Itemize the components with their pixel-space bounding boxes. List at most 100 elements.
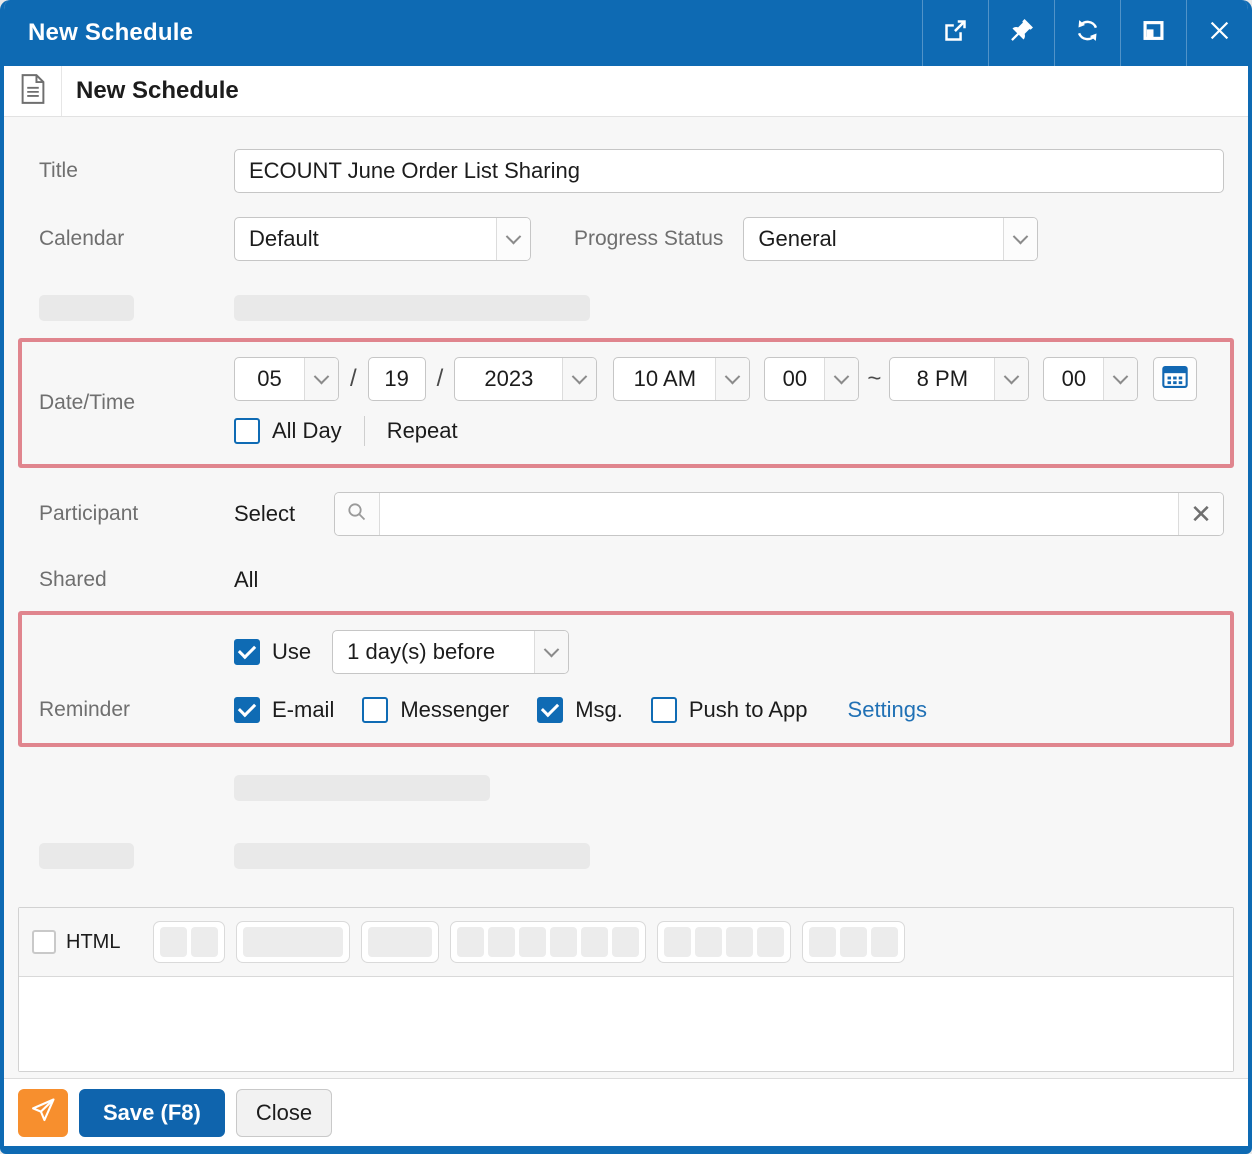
html-editor-content[interactable]: [19, 977, 1233, 1071]
toolbar-group: [153, 921, 226, 963]
participant-input[interactable]: [380, 493, 1178, 535]
send-button[interactable]: [18, 1088, 68, 1137]
subheader: New Schedule: [4, 66, 1248, 117]
toolbar-button-placeholder[interactable]: [191, 927, 219, 957]
reminder-section: Reminder Use 1 day(s) before E-mail Mess…: [18, 611, 1234, 747]
datetime-section: Date/Time 05 / / 2023 10: [18, 338, 1234, 468]
html-mode-checkbox[interactable]: [32, 930, 56, 954]
email-label: E-mail: [272, 697, 335, 722]
title-label: Title: [39, 159, 78, 182]
toolbar-button-placeholder[interactable]: [243, 927, 344, 957]
progress-status-select-value: General: [758, 226, 837, 251]
chevron-down-icon: [824, 358, 859, 400]
toolbar-button-placeholder[interactable]: [160, 927, 188, 957]
chevron-down-icon: [1103, 358, 1138, 400]
progress-status-select[interactable]: General: [743, 217, 1039, 261]
html-editor: HTML: [18, 907, 1234, 1072]
messenger-checkbox[interactable]: [362, 697, 389, 723]
toolbar-button-placeholder[interactable]: [457, 927, 485, 957]
push-to-app-option: Push to App: [650, 697, 808, 723]
msg-label: Msg.: [575, 697, 623, 722]
datetime-controls: 05 / / 2023 10 AM: [234, 357, 1230, 401]
calendar-picker-button[interactable]: [1153, 357, 1198, 401]
allday-repeat-row: All Day Repeat: [234, 414, 1230, 448]
open-in-new-window-button[interactable]: [922, 0, 988, 66]
close-button[interactable]: [1186, 0, 1248, 66]
participant-label: Participant: [39, 502, 139, 525]
messenger-label: Messenger: [400, 697, 510, 722]
placeholder-pill: [234, 295, 590, 321]
messenger-option: Messenger: [362, 697, 509, 723]
reminder-body: Use 1 day(s) before E-mail Messenger Msg…: [234, 615, 1230, 743]
date-separator: /: [350, 365, 357, 392]
search-icon: [345, 500, 369, 529]
start-hour-select[interactable]: 10 AM: [613, 357, 751, 401]
search-button[interactable]: [335, 493, 380, 535]
toolbar-button-placeholder[interactable]: [695, 927, 723, 957]
refresh-icon: [1074, 17, 1101, 49]
toolbar-button-placeholder[interactable]: [726, 927, 754, 957]
participant-search-field: ✕: [334, 492, 1224, 536]
email-checkbox[interactable]: [234, 697, 260, 723]
close-icon: [1206, 17, 1233, 49]
end-hour-select[interactable]: 8 PM: [889, 357, 1030, 401]
repeat-button[interactable]: Repeat: [387, 418, 458, 444]
end-hour-value: 8 PM: [916, 366, 969, 391]
use-checkbox[interactable]: [234, 639, 260, 665]
use-label: Use: [272, 639, 312, 664]
title-input[interactable]: [234, 149, 1224, 193]
msg-checkbox[interactable]: [537, 697, 564, 723]
toolbar-button-placeholder[interactable]: [664, 927, 692, 957]
form-content: Title Calendar Default Progress Status G…: [4, 117, 1248, 1078]
chevron-down-icon: [496, 218, 530, 260]
range-separator: ~: [867, 365, 882, 392]
placeholder-pill: [234, 843, 590, 869]
datetime-label: Date/Time: [39, 391, 136, 414]
reminder-settings-link[interactable]: Settings: [848, 697, 928, 723]
clear-participant-button[interactable]: ✕: [1178, 493, 1223, 535]
calendar-row: Calendar Default Progress Status General: [18, 217, 1234, 261]
year-select[interactable]: 2023: [454, 357, 598, 401]
toolbar-button-placeholder[interactable]: [488, 927, 516, 957]
day-input[interactable]: [367, 357, 426, 401]
toolbar-button-placeholder[interactable]: [809, 927, 837, 957]
close-dialog-button[interactable]: Close: [235, 1088, 333, 1137]
reminder-timing-select[interactable]: 1 day(s) before: [332, 630, 570, 674]
paper-plane-icon: [29, 1096, 57, 1130]
reminder-timing-value: 1 day(s) before: [347, 639, 496, 664]
placeholder-row-2: [18, 775, 1234, 801]
toolbar-button-placeholder[interactable]: [871, 927, 899, 957]
window-title: New Schedule: [28, 19, 194, 46]
toolbar-button-placeholder[interactable]: [757, 927, 785, 957]
push-to-app-checkbox[interactable]: [650, 697, 677, 723]
refresh-button[interactable]: [1054, 0, 1120, 66]
toolbar-button-placeholder[interactable]: [519, 927, 547, 957]
toolbar-button-placeholder[interactable]: [612, 927, 640, 957]
toolbar-group: [657, 921, 792, 963]
document-icon-cell[interactable]: [4, 66, 62, 116]
all-day-checkbox[interactable]: [234, 418, 260, 444]
toolbar-button-placeholder[interactable]: [550, 927, 578, 957]
shared-label: Shared: [39, 568, 107, 591]
calendar-select[interactable]: Default: [234, 217, 531, 261]
pin-button[interactable]: [988, 0, 1054, 66]
divider: [363, 416, 365, 446]
save-button[interactable]: Save (F8): [79, 1088, 225, 1137]
end-minute-select[interactable]: 00: [1043, 357, 1139, 401]
maximize-icon: [1140, 17, 1167, 49]
start-minute-select[interactable]: 00: [764, 357, 860, 401]
reminder-channels-row: E-mail Messenger Msg. Push to App Settin…: [234, 693, 1230, 727]
toolbar-button-placeholder[interactable]: [840, 927, 868, 957]
maximize-button[interactable]: [1120, 0, 1186, 66]
toolbar-button-placeholder[interactable]: [368, 927, 433, 957]
start-hour-value: 10 AM: [633, 366, 697, 391]
month-select[interactable]: 05: [234, 357, 339, 401]
progress-status-label: Progress Status: [574, 227, 724, 250]
end-minute-value: 00: [1061, 366, 1087, 391]
email-option: E-mail: [234, 697, 334, 723]
chevron-down-icon: [715, 358, 750, 400]
toolbar-button-placeholder[interactable]: [581, 927, 609, 957]
reminder-use-row: Use 1 day(s) before: [234, 630, 1230, 674]
push-to-app-label: Push to App: [688, 697, 808, 722]
chevron-down-icon: [304, 358, 338, 400]
